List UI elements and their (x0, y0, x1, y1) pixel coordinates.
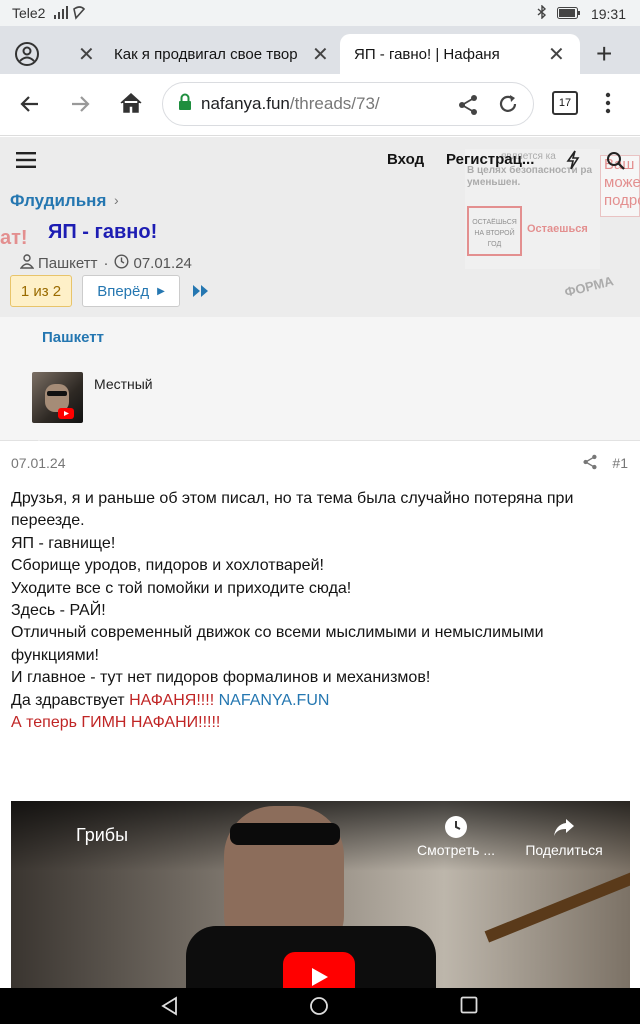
bluetooth-icon (537, 4, 547, 22)
register-link[interactable]: Регистрац... (446, 151, 534, 168)
promo-left: ат! (0, 227, 28, 249)
post-line: И главное - тут нет пидоров формалинов и… (11, 669, 431, 687)
promo-watermark: ФОРМА (562, 273, 616, 300)
chevron-right-icon: › (114, 192, 119, 208)
search-icon[interactable] (606, 151, 626, 176)
reload-icon[interactable] (497, 93, 519, 120)
youtube-play-button[interactable] (283, 952, 355, 991)
share-button[interactable]: Поделиться (519, 815, 609, 858)
promo-stay-text: Остаешься (527, 223, 588, 235)
clock-icon (114, 254, 129, 273)
post-content: Друзья, я и раньше об этом писал, но та … (11, 488, 626, 734)
carrier-label: Tele2 (12, 5, 46, 21)
signal-icon (54, 6, 92, 23)
next-page-label: Вперёд (97, 282, 150, 300)
tab-active[interactable]: ЯП - гавно! | Нафаня ✕ (340, 34, 580, 74)
youtube-embed[interactable]: Грибы Смотреть ... Поделиться (11, 801, 630, 991)
author-name[interactable]: Пашкетт (42, 329, 104, 346)
post-line: Друзья, я и раньше об этом писал, но та … (11, 490, 574, 530)
meta-separator: · (103, 255, 109, 272)
post-line: Отличный современный движок со всеми мыс… (11, 624, 544, 664)
forward-icon[interactable] (68, 92, 92, 121)
clock-icon (445, 816, 467, 838)
post-line: Сборище уродов, пидоров и хохлотварей! (11, 557, 324, 575)
home-icon[interactable] (118, 91, 144, 120)
battery-icon (556, 6, 581, 22)
tab-close-icon[interactable]: ✕ (70, 34, 95, 74)
address-bar[interactable]: nafanya.fun/threads/73/ (162, 82, 534, 126)
post-number[interactable]: #1 (612, 455, 628, 471)
share-icon[interactable] (457, 94, 479, 121)
new-tab-icon[interactable]: + (596, 34, 626, 74)
next-page-button[interactable]: Вперёд ▶ (82, 275, 180, 307)
share-arrow-icon (554, 819, 574, 836)
nav-recents-icon[interactable] (460, 996, 478, 1019)
hamburger-menu-icon[interactable] (16, 152, 36, 173)
share-label: Поделиться (525, 842, 603, 858)
tab-strip: ✕ Как я продвигал свое твор ✕ ЯП - гавно… (0, 26, 640, 74)
watch-later-button[interactable]: Смотреть ... (413, 815, 499, 858)
post-header: 07.01.24 #1 (0, 442, 640, 482)
page-current[interactable]: 1 из 2 (10, 275, 72, 307)
lock-icon (177, 93, 193, 116)
last-page-icon[interactable] (192, 284, 210, 303)
post-author-block: Пашкетт Местный (0, 317, 640, 441)
tab-title: ЯП - гавно! | Нафаня (354, 45, 500, 63)
share-icon[interactable] (582, 454, 598, 475)
url-domain: nafanya.fun (201, 94, 290, 113)
highlight-text: НАФАНЯ!!!! (129, 691, 215, 709)
thread-date[interactable]: 07.01.24 (133, 255, 191, 272)
breadcrumb[interactable]: Флудильня (10, 191, 106, 211)
back-icon[interactable] (18, 92, 42, 121)
post-text: Да здравствует (11, 691, 130, 709)
nav-back-icon[interactable] (160, 996, 180, 1021)
post-date[interactable]: 07.01.24 (11, 455, 66, 471)
page-title: ЯП - гавно! (48, 221, 158, 243)
video-title[interactable]: Грибы (76, 825, 128, 846)
promo-badge: ОСТАЁШЬСЯ НА ВТОРОЙ ГОД (467, 206, 522, 256)
promo-side-line: може (604, 174, 640, 191)
play-icon (312, 968, 328, 986)
post-line: Уходите все с той помойки и приходите сю… (11, 579, 352, 597)
login-link[interactable]: Вход (387, 151, 424, 168)
menu-kebab-icon[interactable] (604, 92, 612, 119)
url-path: /threads/73/ (289, 94, 380, 113)
tab-inactive[interactable]: Как я продвигал свое твор ✕ (114, 34, 336, 74)
caret-right-icon: ▶ (157, 285, 165, 297)
post-line: Здесь - РАЙ! (11, 602, 106, 620)
nav-home-icon[interactable] (309, 996, 329, 1021)
tab-title: Как я продвигал свое твор (114, 45, 298, 63)
watch-later-label: Смотреть ... (417, 842, 495, 858)
system-nav-bar (0, 988, 640, 1024)
close-icon[interactable]: ✕ (548, 42, 565, 67)
promo-side-line: подро (604, 192, 640, 209)
arrow-pointer (30, 432, 48, 441)
whats-new-icon[interactable] (566, 150, 580, 175)
clock-label: 19:31 (590, 5, 626, 22)
user-icon (19, 254, 35, 273)
thread-author[interactable]: Пашкетт (38, 255, 97, 272)
user-title: Местный (94, 376, 153, 392)
post-line: Да здравствует НАФАНЯ!!!! NAFANYA.FUN (11, 690, 626, 712)
tab-switcher-button[interactable]: 17 (552, 91, 578, 115)
account-tab-icon[interactable] (14, 34, 54, 74)
browser-toolbar: nafanya.fun/threads/73/ 17 (0, 74, 640, 136)
site-link[interactable]: NAFANYA.FUN (219, 692, 330, 709)
post-line: ЯП - гавнище! (11, 534, 116, 552)
youtube-icon (58, 408, 74, 419)
close-icon[interactable]: ✕ (312, 42, 329, 67)
anthem-line: А теперь ГИМН НАФАНИ!!!!! (11, 714, 221, 732)
forum-header: является ка В целях безопасности ра умен… (0, 137, 640, 317)
avatar[interactable] (32, 372, 83, 423)
status-bar: Tele2 19:31 (0, 0, 640, 26)
